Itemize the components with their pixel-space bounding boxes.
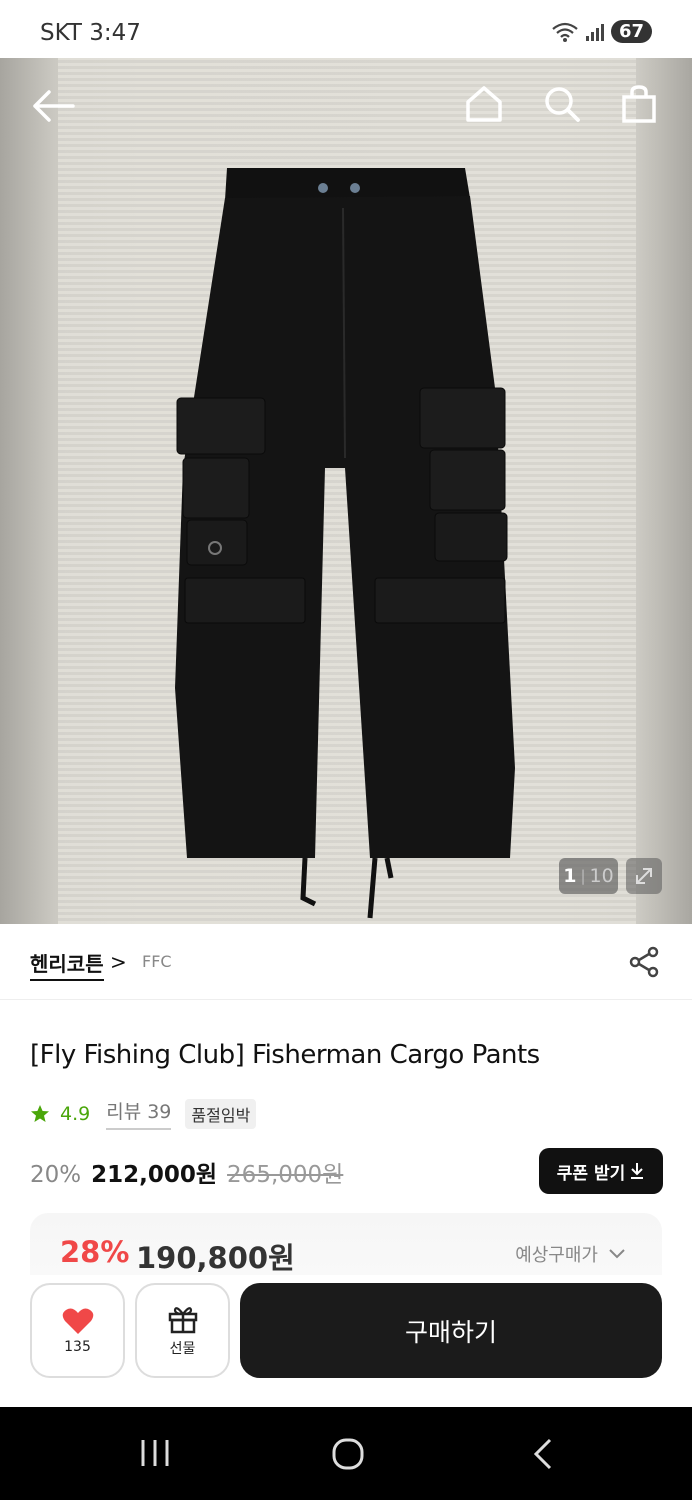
chevron-down-icon: [609, 1249, 625, 1259]
product-image-gallery[interactable]: 1 | 10: [0, 58, 692, 924]
sale-price: 212,000원: [91, 1162, 218, 1188]
review-link[interactable]: 리뷰 39: [106, 1097, 172, 1130]
search-icon: [545, 87, 580, 122]
estimated-price-toggle[interactable]: 예상구매가: [515, 1241, 626, 1267]
fullscreen-button[interactable]: [626, 858, 662, 894]
heart-icon: [62, 1308, 93, 1334]
estimated-discount: 28%: [60, 1235, 130, 1269]
shopping-bag-icon: [622, 85, 656, 123]
original-price: 265,000원: [227, 1162, 344, 1188]
discount-rate: 20%: [30, 1162, 82, 1188]
purchase-action-bar: 135 선물 구매하기: [0, 1275, 692, 1405]
status-badge: 품절임박: [185, 1098, 257, 1129]
home-icon: [466, 86, 502, 122]
recent-apps-icon[interactable]: [138, 1437, 172, 1469]
image-counter-total: 10: [589, 865, 614, 887]
cart-button[interactable]: [619, 84, 659, 124]
like-button[interactable]: 135: [30, 1283, 125, 1378]
image-counter: 1 | 10: [559, 858, 618, 894]
like-count: 135: [64, 1338, 91, 1355]
back-button[interactable]: [30, 86, 76, 126]
coupon-button[interactable]: 쿠폰 받기: [539, 1148, 663, 1194]
sub-brand-label[interactable]: FFC: [142, 952, 172, 971]
product-photo-cargo-pants: [175, 168, 515, 919]
coupon-button-label: 쿠폰 받기: [556, 1163, 626, 1184]
image-counter-current: 1: [563, 865, 577, 887]
rating-row: 4.9 리뷰 39 품절임박: [30, 1097, 257, 1130]
status-icons: 67: [551, 20, 652, 43]
share-icon[interactable]: [628, 946, 660, 978]
buy-button[interactable]: 구매하기: [240, 1283, 662, 1378]
price-row: 20% 212,000원 265,000원: [30, 1155, 343, 1189]
home-button[interactable]: [464, 84, 504, 124]
chevron-right-icon: >: [110, 950, 127, 974]
brand-row: 헨리코튼 > FFC: [0, 924, 692, 1000]
wifi-icon: [552, 22, 578, 42]
download-icon: [631, 1163, 644, 1179]
estimated-price: 190,800원: [136, 1241, 295, 1275]
battery-badge: 67: [610, 20, 652, 43]
gift-icon: [168, 1306, 197, 1333]
expand-icon: [636, 868, 652, 884]
signal-icon: [585, 23, 604, 41]
status-bar: SKT 3:47 67: [0, 0, 692, 60]
product-title: [Fly Fishing Club] Fisherman Cargo Pants: [30, 1040, 540, 1070]
home-circle-icon[interactable]: [331, 1437, 365, 1471]
image-counter-separator: |: [580, 867, 586, 885]
rating-value: 4.9: [60, 1102, 91, 1125]
arrow-left-icon: [33, 90, 75, 122]
nav-back-icon[interactable]: [530, 1437, 556, 1471]
search-button[interactable]: [542, 84, 582, 124]
gift-button[interactable]: 선물: [135, 1283, 230, 1378]
status-time: SKT 3:47: [40, 20, 141, 46]
gift-label: 선물: [169, 1340, 196, 1357]
estimated-price-label: 예상구매가: [515, 1245, 598, 1266]
brand-link[interactable]: 헨리코튼: [30, 948, 104, 981]
top-toolbar: [0, 58, 692, 158]
star-icon: [31, 1104, 49, 1122]
system-navigation-bar: [0, 1407, 692, 1500]
